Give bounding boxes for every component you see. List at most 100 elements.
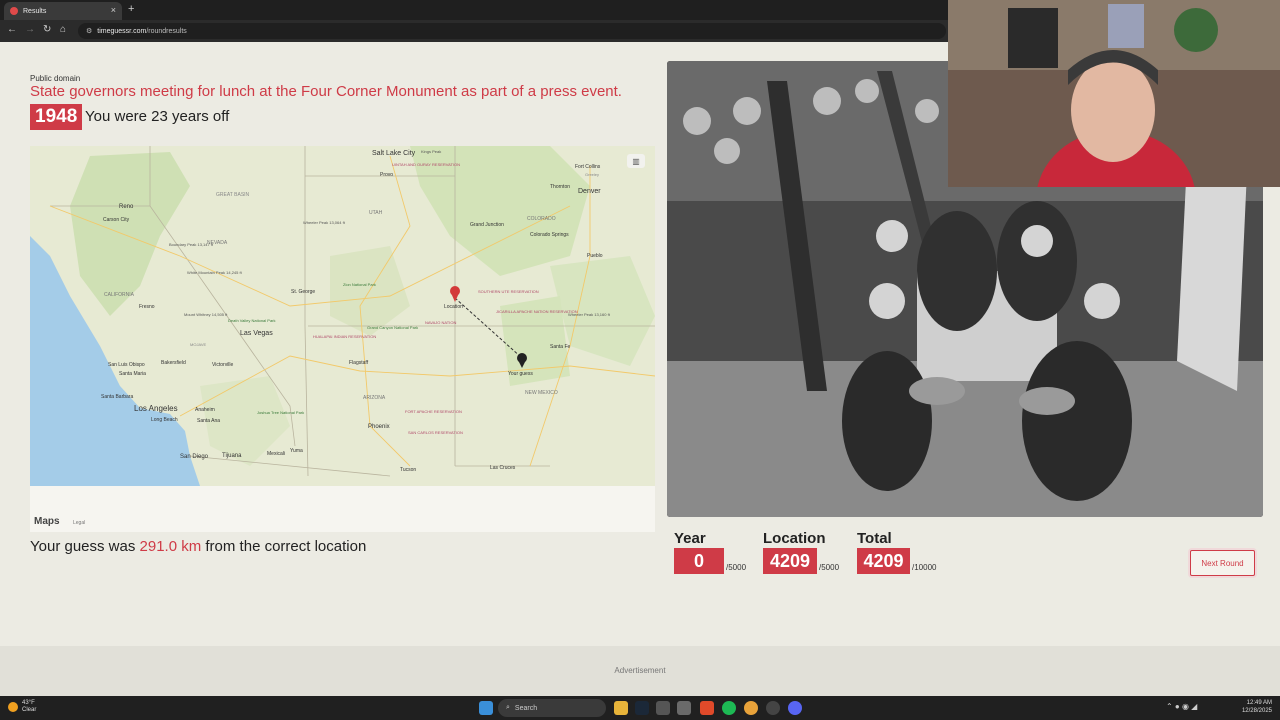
svg-text:Your guess: Your guess (508, 371, 533, 377)
year-score: Year 0/5000 (674, 530, 746, 574)
svg-text:Wheeler Peak 13,064 ft: Wheeler Peak 13,064 ft (303, 220, 346, 225)
svg-text:Location: Location (444, 304, 463, 310)
svg-text:Yuma: Yuma (290, 448, 303, 454)
svg-text:Flagstaff: Flagstaff (349, 360, 369, 366)
svg-text:Santa Barbara: Santa Barbara (101, 394, 133, 400)
svg-text:Phoenix: Phoenix (368, 424, 390, 430)
advertisement-bar: Advertisement (0, 646, 1280, 696)
url-field[interactable]: ⚙ timeguessr.com/roundresults (78, 23, 946, 39)
brave-icon[interactable] (700, 701, 714, 715)
svg-text:Kings Peak: Kings Peak (421, 149, 441, 154)
site-info-icon[interactable]: ⚙ (86, 27, 92, 35)
webcam-overlay (948, 0, 1280, 187)
svg-text:UINTAH AND OURAY RESERVATION: UINTAH AND OURAY RESERVATION (392, 162, 460, 167)
svg-text:UTAH: UTAH (369, 210, 383, 216)
url-host: timeguessr.com (97, 27, 147, 35)
svg-text:Fort Collins: Fort Collins (575, 164, 601, 170)
spotify-icon[interactable] (722, 701, 736, 715)
start-windows-icon[interactable] (479, 701, 493, 715)
svg-text:White Mountain Peak 14,245 ft: White Mountain Peak 14,245 ft (187, 270, 243, 275)
weather-temp: 43°F (22, 700, 35, 706)
svg-text:Salt Lake City: Salt Lake City (372, 150, 416, 157)
favicon-icon (10, 7, 18, 15)
url-path: /roundresults (146, 27, 187, 35)
svg-text:Santa Ana: Santa Ana (197, 418, 220, 424)
svg-text:Joshua Tree National Park: Joshua Tree National Park (257, 410, 304, 415)
tab-title: Results (23, 7, 47, 15)
svg-text:Bakersfield: Bakersfield (161, 360, 186, 366)
location-score: Location 4209/5000 (763, 530, 839, 574)
reload-icon[interactable]: ↻ (43, 24, 51, 35)
svg-text:Tucson: Tucson (400, 467, 416, 473)
map-layers-icon[interactable]: ▥ (627, 154, 645, 168)
svg-text:COLORADO: COLORADO (527, 216, 556, 222)
browser-tab-results[interactable]: Results × (4, 2, 122, 20)
year-score-label: Year (674, 530, 706, 547)
file-explorer-icon[interactable] (614, 701, 628, 715)
svg-text:FORT APACHE RESERVATION: FORT APACHE RESERVATION (405, 409, 462, 414)
new-tab-button[interactable]: + (128, 3, 134, 15)
svg-text:Boundary Peak 13,147 ft: Boundary Peak 13,147 ft (169, 242, 214, 247)
svg-text:Long Beach: Long Beach (151, 417, 178, 423)
location-score-max: /5000 (819, 563, 840, 572)
svg-text:Anaheim: Anaheim (195, 407, 215, 413)
svg-text:SOUTHERN UTE RESERVATION: SOUTHERN UTE RESERVATION (478, 289, 539, 294)
settings-icon[interactable] (677, 701, 691, 715)
forward-arrow-icon[interactable]: → (25, 24, 35, 35)
svg-text:St. George: St. George (291, 289, 315, 295)
svg-text:Mount Whitney 14,505 ft: Mount Whitney 14,505 ft (184, 312, 228, 317)
svg-text:Greeley: Greeley (585, 172, 599, 177)
svg-text:San Luis Obispo: San Luis Obispo (108, 362, 145, 368)
chrome-icon[interactable] (744, 701, 758, 715)
year-score-value: 0 (674, 548, 724, 574)
steam-icon[interactable] (635, 701, 649, 715)
results-map[interactable]: Salt Lake City Denver Fort Collins Thorn… (30, 146, 655, 532)
svg-text:San Diego: San Diego (180, 454, 209, 460)
app-icon[interactable] (656, 701, 670, 715)
weather-widget[interactable]: 43°F Clear (8, 700, 36, 714)
home-icon[interactable]: ⌂ (60, 24, 66, 35)
weather-moon-icon (8, 702, 18, 712)
svg-text:Las Vegas: Las Vegas (240, 330, 273, 337)
obs-icon[interactable] (766, 701, 780, 715)
photo-caption: State governors meeting for lunch at the… (30, 83, 622, 100)
svg-text:Grand Junction: Grand Junction (470, 222, 504, 228)
distance-text: Your guess was 291.0 km from the correct… (30, 538, 367, 555)
tab-close-icon[interactable]: × (111, 5, 116, 15)
clock[interactable]: 12:49 AM 12/28/2025 (1242, 699, 1272, 715)
svg-text:CALIFORNIA: CALIFORNIA (104, 292, 135, 298)
svg-text:MOJAVE: MOJAVE (190, 342, 206, 347)
total-score: Total 4209/10000 (857, 530, 936, 574)
svg-text:SAN CARLOS RESERVATION: SAN CARLOS RESERVATION (408, 430, 463, 435)
taskbar-search[interactable]: ⌕ Search (498, 699, 606, 717)
search-icon: ⌕ (506, 704, 510, 711)
svg-text:Colorado Springs: Colorado Springs (530, 232, 569, 238)
svg-text:JICARILLA APACHE NATION RESERV: JICARILLA APACHE NATION RESERVATION (496, 309, 578, 314)
svg-text:Victorville: Victorville (212, 362, 234, 368)
total-score-label: Total (857, 530, 892, 547)
system-tray-icons[interactable]: ⌃ ● ◉ ◢ (1166, 702, 1197, 711)
advertisement-label: Advertisement (614, 666, 666, 675)
map-canvas[interactable]: Salt Lake City Denver Fort Collins Thorn… (30, 146, 655, 532)
weather-condition: Clear (22, 707, 37, 713)
next-round-button[interactable]: Next Round (1190, 550, 1255, 576)
location-score-value: 4209 (763, 548, 817, 574)
svg-text:Pueblo: Pueblo (587, 253, 603, 259)
svg-text:Death Valley National Park: Death Valley National Park (228, 318, 276, 323)
svg-text:Zion National Park: Zion National Park (343, 282, 376, 287)
svg-text:Mexicali: Mexicali (267, 451, 285, 457)
svg-text:Tijuana: Tijuana (222, 453, 242, 459)
svg-text:Fresno: Fresno (139, 304, 155, 310)
svg-text:Las Cruces: Las Cruces (490, 465, 516, 471)
map-legal-link[interactable]: Legal (73, 520, 85, 526)
total-score-value: 4209 (857, 548, 910, 574)
back-arrow-icon[interactable]: ← (7, 24, 17, 35)
svg-text:Thornton: Thornton (550, 184, 570, 190)
svg-text:NAVAJO NATION: NAVAJO NATION (425, 320, 456, 325)
windows-taskbar: 43°F Clear ⌕ Search ⌃ ● ◉ ◢ 12:49 AM 12/28/… (0, 696, 1280, 720)
discord-icon[interactable] (788, 701, 802, 715)
correct-year-badge: 1948 (30, 104, 83, 130)
svg-text:Denver: Denver (578, 188, 601, 195)
svg-text:GREAT BASIN: GREAT BASIN (216, 192, 250, 198)
svg-text:HUALAPAI INDIAN RESERVATION: HUALAPAI INDIAN RESERVATION (313, 334, 376, 339)
